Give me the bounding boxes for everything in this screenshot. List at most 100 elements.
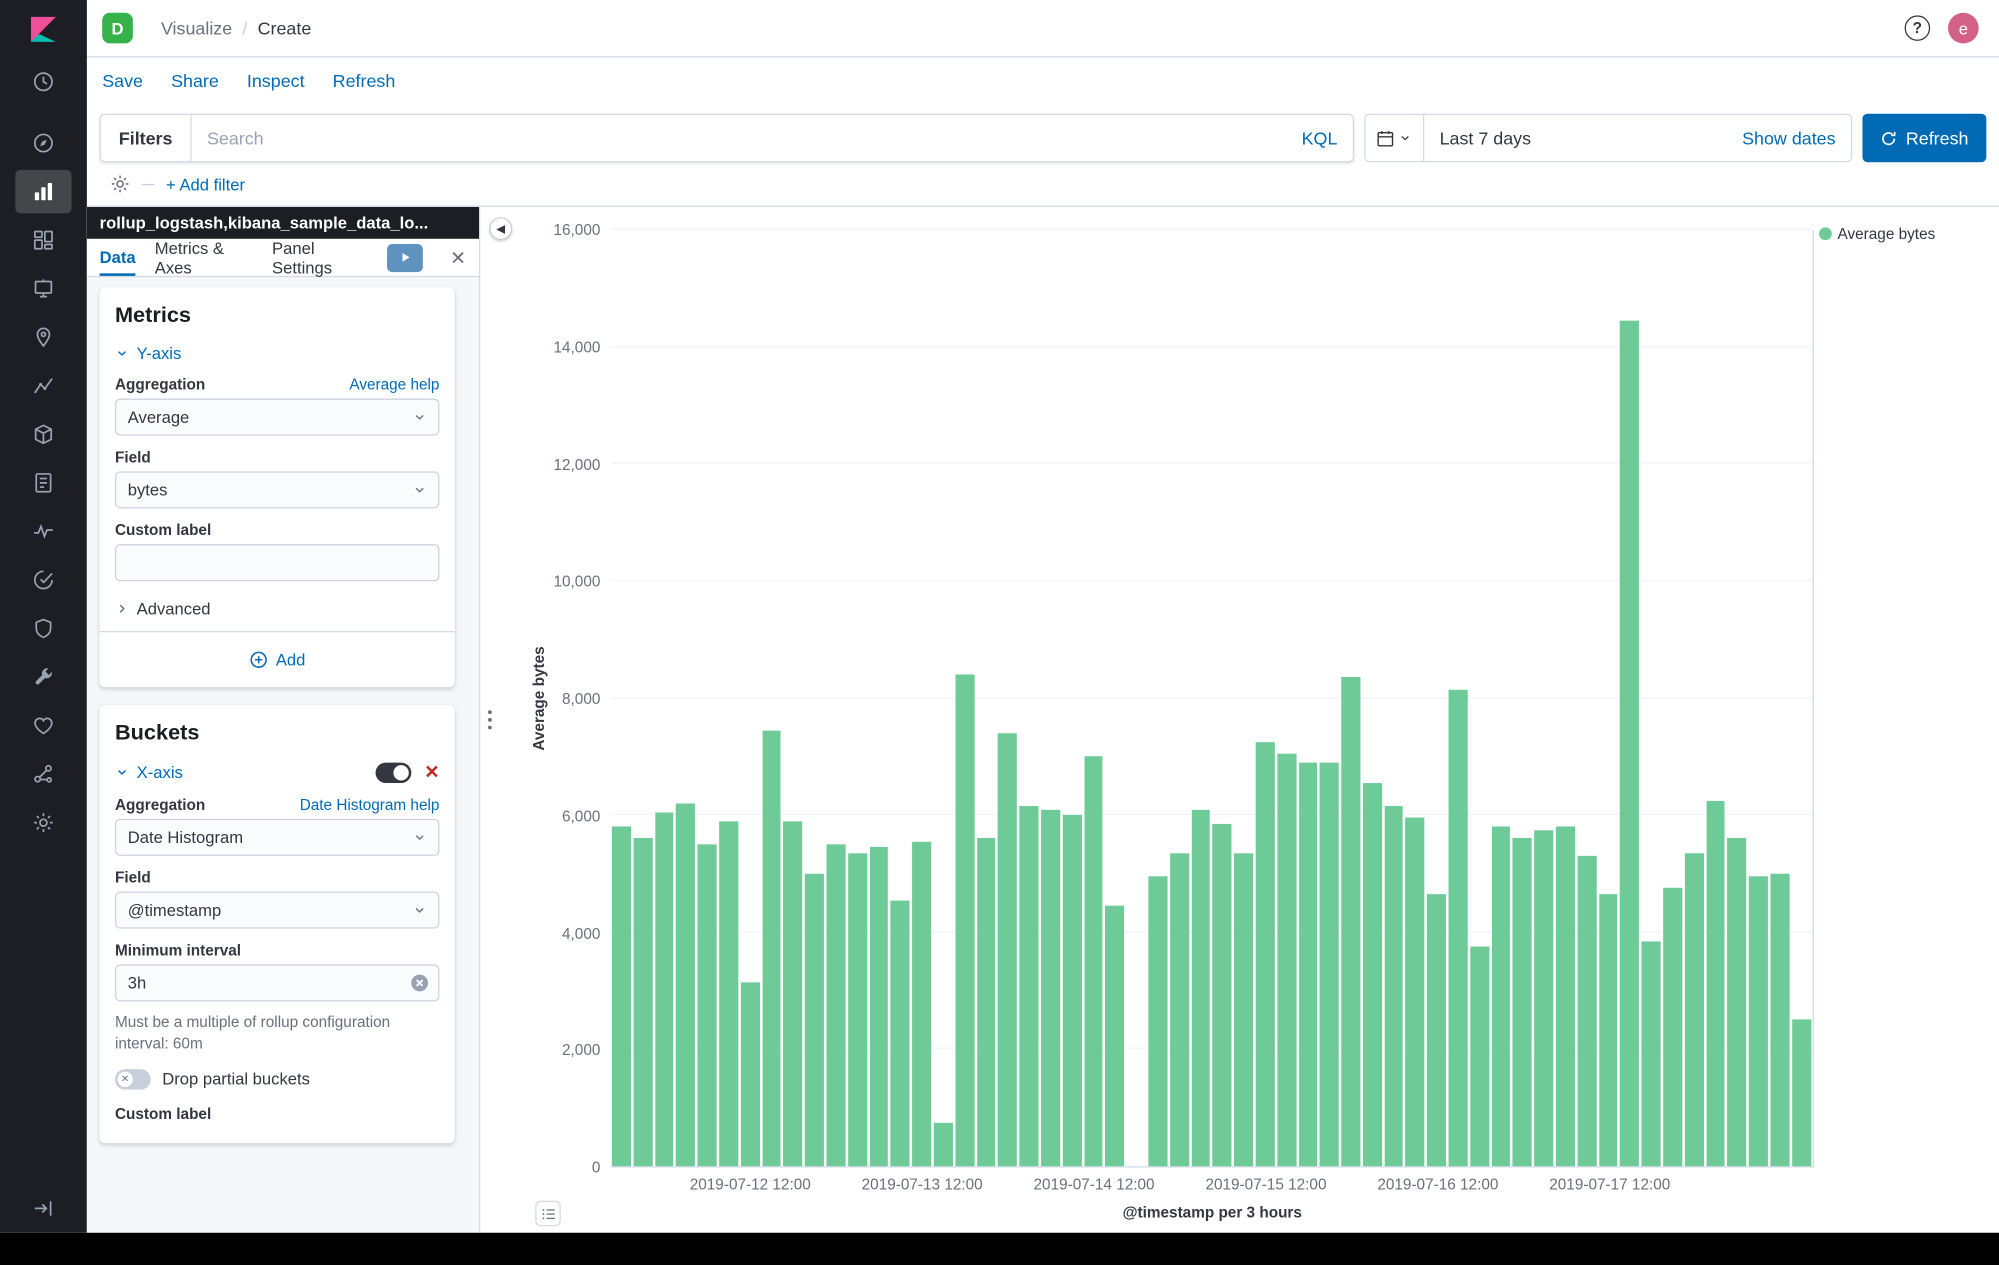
chevron-down-icon bbox=[115, 346, 129, 360]
bar-11 bbox=[848, 853, 867, 1166]
refresh-query-button[interactable]: Refresh bbox=[1862, 114, 1986, 163]
avatar[interactable]: e bbox=[1948, 13, 1979, 44]
min-interval-label-row: Minimum interval bbox=[115, 941, 439, 959]
bar-29 bbox=[1234, 853, 1253, 1166]
min-interval-input-wrap bbox=[115, 964, 439, 1001]
toggle-knob bbox=[394, 765, 409, 780]
filters-menu-button[interactable]: Filters bbox=[101, 115, 192, 161]
nav-item-graph[interactable] bbox=[15, 752, 71, 795]
legend-toggle-button[interactable] bbox=[535, 1201, 561, 1227]
nav-item-maps[interactable] bbox=[15, 316, 71, 359]
nav-item-management[interactable] bbox=[15, 801, 71, 844]
bucket-field-label: Field bbox=[115, 869, 151, 887]
browser-viewport: D Visualize / Create ? e Save Share Insp… bbox=[0, 0, 1999, 1233]
bar-1 bbox=[633, 839, 652, 1167]
x-tick-label: 2019-07-17 12:00 bbox=[1549, 1175, 1670, 1193]
plot-area bbox=[611, 230, 1814, 1168]
collapse-editor-button[interactable]: ◀ bbox=[489, 217, 512, 240]
x-tick-label: 2019-07-12 12:00 bbox=[690, 1175, 811, 1193]
bars bbox=[611, 230, 1813, 1166]
min-interval-input[interactable] bbox=[115, 964, 439, 1001]
custom-label-row: Custom label bbox=[115, 521, 439, 539]
y-axis-accordion[interactable]: Y-axis bbox=[115, 344, 439, 363]
nav-collapse-button[interactable] bbox=[0, 1197, 87, 1220]
nav-items bbox=[15, 57, 71, 846]
nav-item-uptime[interactable] bbox=[15, 558, 71, 601]
save-button[interactable]: Save bbox=[102, 70, 143, 90]
average-help-link[interactable]: Average help bbox=[349, 376, 439, 394]
x-axis-accordion[interactable]: X-axis ✕ bbox=[115, 761, 439, 783]
date-histogram-help-link[interactable]: Date Histogram help bbox=[300, 796, 440, 814]
bucket-aggregation-select[interactable]: Date Histogram bbox=[115, 819, 439, 856]
card-divider bbox=[100, 631, 455, 632]
editor-tabs: Data Metrics & Axes Panel Settings ✕ bbox=[87, 239, 479, 277]
nav-item-siem[interactable] bbox=[15, 607, 71, 650]
apply-changes-button[interactable] bbox=[387, 243, 424, 271]
buckets-title: Buckets bbox=[115, 720, 439, 746]
chevron-down-icon bbox=[413, 483, 427, 497]
index-pattern-title: rollup_logstash,kibana_sample_data_lo... bbox=[87, 207, 479, 239]
nav-item-dev-tools[interactable] bbox=[15, 655, 71, 698]
nav-item-infrastructure[interactable] bbox=[15, 413, 71, 456]
kibana-logo[interactable] bbox=[0, 0, 87, 57]
bar-21 bbox=[1062, 815, 1081, 1166]
bar-51 bbox=[1706, 801, 1725, 1167]
remove-x-axis-button[interactable]: ✕ bbox=[424, 761, 439, 783]
bar-52 bbox=[1728, 839, 1747, 1167]
query-language-button[interactable]: KQL bbox=[1286, 128, 1352, 148]
breadcrumb-visualize[interactable]: Visualize bbox=[161, 18, 232, 38]
date-quick-menu-button[interactable] bbox=[1366, 115, 1425, 161]
inspect-button[interactable]: Inspect bbox=[247, 70, 305, 90]
nav-item-logs[interactable] bbox=[15, 461, 71, 504]
search-input[interactable] bbox=[192, 128, 1287, 148]
refresh-link[interactable]: Refresh bbox=[333, 70, 396, 90]
date-range-value[interactable]: Last 7 days bbox=[1424, 128, 1727, 148]
help-icon[interactable]: ? bbox=[1905, 15, 1931, 41]
field-label-row: Field bbox=[115, 448, 439, 466]
nav-item-visualize[interactable] bbox=[15, 170, 71, 213]
kibana-logo-icon bbox=[27, 12, 60, 45]
bar-33 bbox=[1320, 762, 1339, 1166]
advanced-label: Advanced bbox=[137, 599, 211, 618]
discard-changes-button[interactable]: ✕ bbox=[450, 246, 466, 269]
header-right: ? e bbox=[1905, 13, 1979, 44]
custom-label-input[interactable] bbox=[115, 544, 439, 581]
advanced-accordion[interactable]: Advanced bbox=[115, 594, 439, 631]
nav-item-machine-learning[interactable] bbox=[15, 364, 71, 407]
bucket-custom-label-row: Custom label bbox=[115, 1105, 439, 1123]
x-axis-enabled-toggle[interactable] bbox=[376, 762, 412, 782]
add-filter-button[interactable]: + Add filter bbox=[166, 174, 245, 193]
share-button[interactable]: Share bbox=[171, 70, 219, 90]
nav-item-apm[interactable] bbox=[15, 510, 71, 553]
y-tick-label: 6,000 bbox=[562, 807, 600, 825]
top-nav-menu: Save Share Inspect Refresh bbox=[87, 57, 1999, 103]
space-badge[interactable]: D bbox=[102, 13, 133, 44]
bar-16 bbox=[955, 675, 974, 1167]
metric-field-select[interactable]: bytes bbox=[115, 471, 439, 508]
chart-legend[interactable]: Average bytes bbox=[1818, 225, 1935, 243]
bar-32 bbox=[1298, 762, 1317, 1166]
show-dates-button[interactable]: Show dates bbox=[1727, 128, 1851, 148]
nav-item-canvas[interactable] bbox=[15, 267, 71, 310]
tab-metrics-axes[interactable]: Metrics & Axes bbox=[155, 239, 253, 276]
nav-item-stack-monitoring[interactable] bbox=[15, 704, 71, 747]
bar-10 bbox=[826, 844, 845, 1166]
bucket-field-select[interactable]: @timestamp bbox=[115, 892, 439, 929]
clear-input-icon[interactable] bbox=[410, 973, 429, 992]
editor-scroll-area: Metrics Y-axis Aggregation Average help … bbox=[87, 277, 479, 1232]
nav-item-recently-viewed[interactable] bbox=[15, 60, 71, 103]
chevron-right-icon bbox=[115, 602, 129, 616]
add-metric-button[interactable]: Add bbox=[115, 645, 439, 672]
metric-aggregation-select[interactable]: Average bbox=[115, 399, 439, 436]
y-tick-label: 2,000 bbox=[562, 1041, 600, 1059]
filter-options-gear-icon[interactable] bbox=[110, 174, 130, 194]
aggregation-label-row: Aggregation Average help bbox=[115, 376, 439, 394]
custom-label-input-wrap bbox=[115, 544, 439, 581]
editor-resize-handle[interactable] bbox=[479, 207, 499, 1233]
nav-item-discover[interactable] bbox=[15, 121, 71, 164]
drop-partial-toggle[interactable]: ✕ bbox=[115, 1069, 151, 1089]
tab-panel-settings[interactable]: Panel Settings bbox=[272, 239, 368, 276]
bar-45 bbox=[1577, 856, 1596, 1166]
nav-item-dashboard[interactable] bbox=[15, 218, 71, 261]
tab-data[interactable]: Data bbox=[100, 239, 136, 276]
